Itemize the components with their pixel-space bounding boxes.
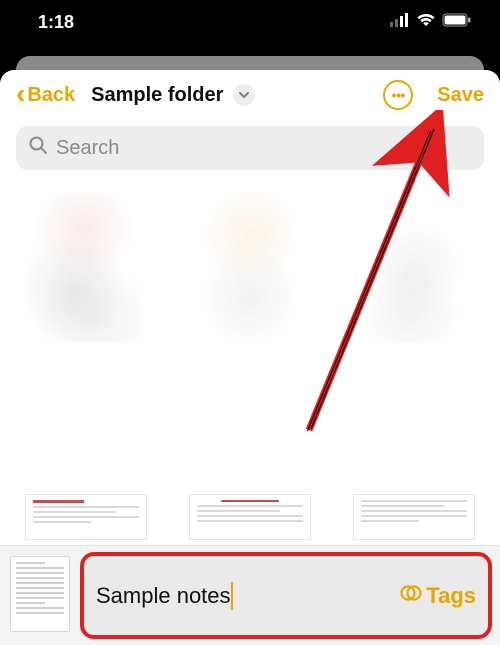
chevron-left-icon: ‹: [16, 80, 25, 108]
bottom-input-strip: Sample notes Tags: [0, 545, 500, 645]
page-title: Sample folder: [91, 84, 223, 107]
search-placeholder: Search: [56, 137, 119, 160]
mini-note-tab[interactable]: [10, 556, 70, 632]
page-preview-row: [26, 495, 474, 539]
note-grid: [0, 182, 500, 342]
note-title-value: Sample notes: [96, 583, 231, 609]
cellular-icon: [390, 13, 410, 32]
page-preview[interactable]: [354, 495, 474, 539]
nav-bar: ‹ Back Sample folder ••• Save: [0, 70, 500, 120]
status-indicators: [390, 13, 472, 32]
annotation-highlight: Sample notes Tags: [80, 552, 492, 639]
note-thumbnail[interactable]: [190, 192, 310, 342]
status-bar: 1:18: [0, 0, 500, 44]
note-title-input[interactable]: Sample notes: [96, 582, 400, 610]
search-icon: [28, 135, 48, 161]
more-options-button[interactable]: •••: [383, 80, 413, 110]
search-input[interactable]: Search: [16, 126, 484, 170]
note-thumbnail[interactable]: [24, 192, 144, 342]
chevron-down-icon: [239, 88, 249, 102]
page-preview[interactable]: [26, 495, 146, 539]
note-thumbnail[interactable]: [356, 192, 476, 342]
back-label: Back: [27, 84, 75, 107]
status-time: 1:18: [38, 12, 74, 33]
battery-icon: [442, 13, 472, 32]
tags-label: Tags: [426, 583, 476, 609]
folder-picker-button[interactable]: [233, 84, 255, 106]
back-button[interactable]: ‹ Back: [16, 81, 75, 109]
ellipsis-icon: •••: [392, 87, 405, 103]
modal-sheet: ‹ Back Sample folder ••• Save Search: [0, 70, 500, 645]
tags-icon: [400, 582, 422, 610]
save-button[interactable]: Save: [437, 84, 484, 107]
wifi-icon: [416, 13, 436, 32]
text-caret: [231, 582, 233, 610]
page-preview[interactable]: [190, 495, 310, 539]
tags-button[interactable]: Tags: [400, 582, 476, 610]
